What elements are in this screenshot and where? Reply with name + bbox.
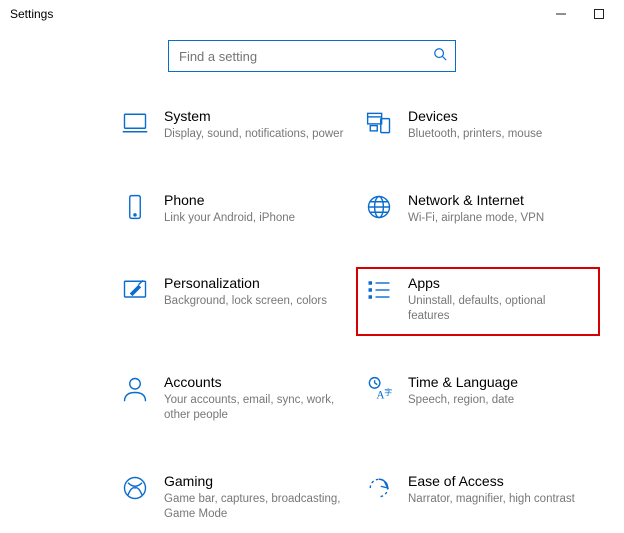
category-subtitle: Game bar, captures, broadcasting, Game M… xyxy=(164,492,344,522)
category-subtitle: Bluetooth, printers, mouse xyxy=(408,127,542,142)
category-text: Apps Uninstall, defaults, optional featu… xyxy=(408,275,588,324)
category-subtitle: Background, lock screen, colors xyxy=(164,294,327,309)
category-text: System Display, sound, notifications, po… xyxy=(164,108,343,142)
category-label: Network & Internet xyxy=(408,192,544,209)
category-gaming[interactable]: Gaming Game bar, captures, broadcasting,… xyxy=(112,465,356,533)
category-network[interactable]: Network & Internet Wi-Fi, airplane mode,… xyxy=(356,184,600,238)
category-subtitle: Narrator, magnifier, high contrast xyxy=(408,492,575,507)
category-text: Time & Language Speech, region, date xyxy=(408,374,518,408)
category-text: Personalization Background, lock screen,… xyxy=(164,275,327,309)
category-devices[interactable]: Devices Bluetooth, printers, mouse xyxy=(356,100,600,154)
maximize-icon xyxy=(594,9,604,19)
category-time-language[interactable]: A字 Time & Language Speech, region, date xyxy=(356,366,600,435)
category-subtitle: Uninstall, defaults, optional features xyxy=(408,294,588,324)
category-label: Personalization xyxy=(164,275,327,292)
xbox-icon xyxy=(120,473,150,503)
category-label: Devices xyxy=(408,108,542,125)
settings-home: System Display, sound, notifications, po… xyxy=(0,28,624,533)
category-personalization[interactable]: Personalization Background, lock screen,… xyxy=(112,267,356,336)
category-accounts[interactable]: Accounts Your accounts, email, sync, wor… xyxy=(112,366,356,435)
category-label: Accounts xyxy=(164,374,344,391)
svg-text:字: 字 xyxy=(384,387,392,397)
minimize-button[interactable] xyxy=(544,2,578,26)
category-text: Phone Link your Android, iPhone xyxy=(164,192,295,226)
category-subtitle: Speech, region, date xyxy=(408,393,518,408)
category-subtitle: Link your Android, iPhone xyxy=(164,211,295,226)
paintbrush-icon xyxy=(120,275,150,305)
search-container xyxy=(168,40,456,72)
search-box[interactable] xyxy=(168,40,456,72)
category-label: Phone xyxy=(164,192,295,209)
category-label: System xyxy=(164,108,343,125)
search-input[interactable] xyxy=(179,49,433,64)
title-bar: Settings xyxy=(0,0,624,28)
category-text: Gaming Game bar, captures, broadcasting,… xyxy=(164,473,344,522)
category-ease-of-access[interactable]: Ease of Access Narrator, magnifier, high… xyxy=(356,465,600,533)
system-icon xyxy=(120,108,150,138)
time-language-icon: A字 xyxy=(364,374,394,404)
devices-icon xyxy=(364,108,394,138)
category-phone[interactable]: Phone Link your Android, iPhone xyxy=(112,184,356,238)
window-controls xyxy=(544,2,616,26)
category-text: Accounts Your accounts, email, sync, wor… xyxy=(164,374,344,423)
search-icon xyxy=(433,47,447,66)
window-title: Settings xyxy=(10,7,53,21)
maximize-button[interactable] xyxy=(582,2,616,26)
category-text: Network & Internet Wi-Fi, airplane mode,… xyxy=(408,192,544,226)
phone-icon xyxy=(120,192,150,222)
apps-icon xyxy=(364,275,394,305)
category-subtitle: Your accounts, email, sync, work, other … xyxy=(164,393,344,423)
category-label: Ease of Access xyxy=(408,473,575,490)
category-label: Gaming xyxy=(164,473,344,490)
category-text: Devices Bluetooth, printers, mouse xyxy=(408,108,542,142)
category-text: Ease of Access Narrator, magnifier, high… xyxy=(408,473,575,507)
person-icon xyxy=(120,374,150,404)
category-label: Time & Language xyxy=(408,374,518,391)
category-subtitle: Display, sound, notifications, power xyxy=(164,127,343,142)
ease-of-access-icon xyxy=(364,473,394,503)
category-label: Apps xyxy=(408,275,588,292)
globe-icon xyxy=(364,192,394,222)
category-system[interactable]: System Display, sound, notifications, po… xyxy=(112,100,356,154)
category-grid: System Display, sound, notifications, po… xyxy=(0,100,624,533)
category-subtitle: Wi-Fi, airplane mode, VPN xyxy=(408,211,544,226)
category-apps[interactable]: Apps Uninstall, defaults, optional featu… xyxy=(356,267,600,336)
